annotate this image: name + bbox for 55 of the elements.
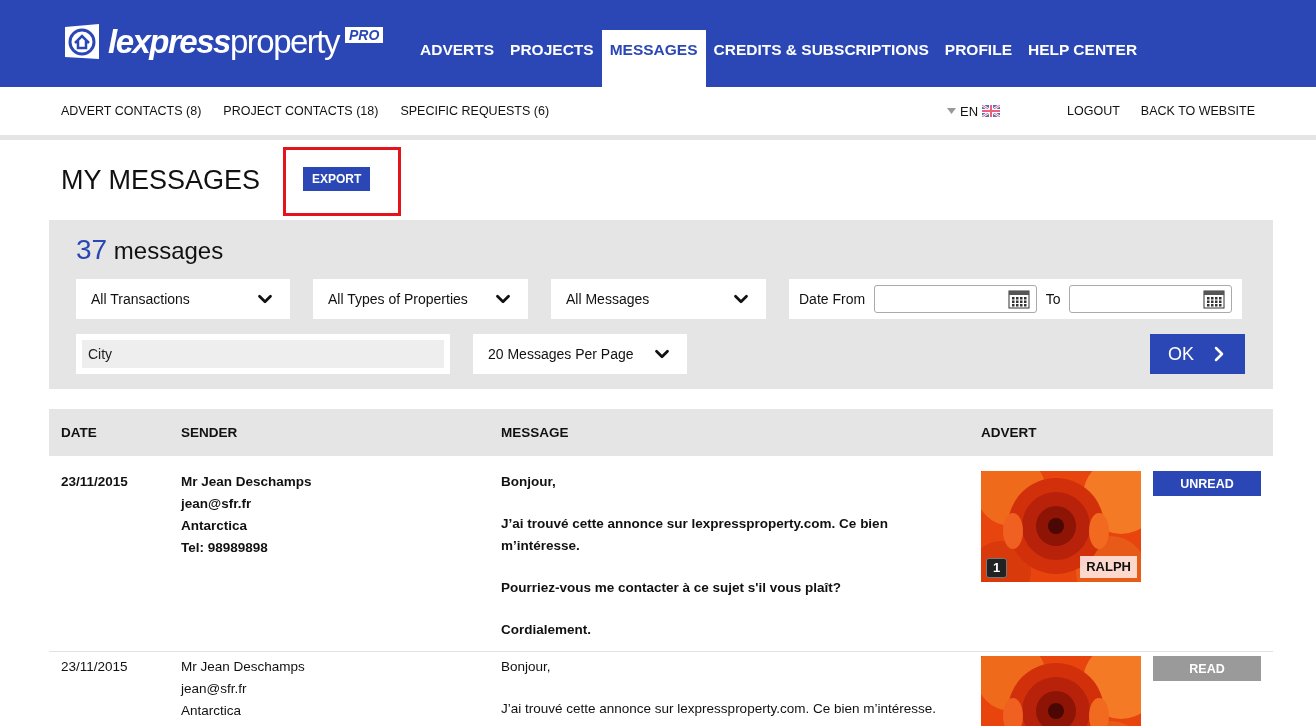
message-paragraph: Bonjour,	[501, 473, 557, 491]
message-count: 37 messages	[76, 234, 225, 266]
column-header: MESSAGE	[501, 425, 570, 440]
ok-button[interactable]: OK	[1150, 334, 1245, 374]
date-from-field[interactable]	[874, 285, 1037, 313]
date-cell-text: 23/11/2015	[61, 658, 129, 676]
nav-tab[interactable]: ADVERTS	[412, 30, 503, 87]
calendar-icon[interactable]	[1203, 289, 1225, 309]
city-field[interactable]: City	[76, 334, 450, 374]
date-to-field[interactable]	[1069, 285, 1232, 313]
nav-tab[interactable]: PROFILE	[936, 30, 1020, 87]
calendar-icon[interactable]	[1007, 289, 1030, 309]
sender-line: jean@sfr.fr	[181, 680, 248, 698]
language-selector[interactable]: EN	[960, 103, 979, 119]
status-label: READ	[1153, 656, 1261, 681]
subnav-link[interactable]: SPECIFIC REQUESTS (6)	[400, 104, 550, 118]
message-paragraph: Bonjour,	[501, 658, 552, 676]
agent-label: RALPH	[1080, 556, 1137, 578]
nav-tab[interactable]: HELP CENTER	[1020, 30, 1146, 87]
filter-select[interactable]: All Messages	[551, 279, 766, 319]
sender-line: Mr Jean Deschamps	[181, 658, 306, 676]
account-link[interactable]: BACK TO WEBSITE	[1140, 104, 1255, 118]
sender-line: Antarctica	[181, 702, 243, 720]
dropdown-caret-icon[interactable]	[947, 108, 956, 114]
subnav-link[interactable]: ADVERT CONTACTS (8)	[61, 104, 202, 118]
column-header: SENDER	[181, 425, 239, 440]
export-button[interactable]: EXPORT	[303, 166, 371, 191]
nav-tab[interactable]: CREDITS & SUBSCRIPTIONS	[705, 30, 937, 87]
sender-line: Mr Jean Deschamps	[181, 473, 313, 491]
sender-line: jean@sfr.fr	[181, 495, 253, 513]
logo-text[interactable]: lexpressproperty	[108, 22, 339, 61]
column-header: ADVERT	[981, 425, 1038, 440]
sender-line: Tel: 98989898	[181, 539, 269, 557]
nav-tab[interactable]: PROJECTS	[502, 30, 602, 87]
pro-badge: PRO	[345, 26, 384, 43]
house-logo-icon[interactable]	[62, 22, 102, 61]
message-paragraph: J’ai trouvé cette annonce sur lexpressproperty.com. Ce bien m’intéresse.	[501, 700, 937, 718]
per-page-select[interactable]: 20 Messages Per Page	[473, 334, 687, 374]
message-paragraph: Cordialement.	[501, 621, 593, 639]
status-label: UNREAD	[1153, 471, 1261, 496]
page-title: MY MESSAGES	[61, 164, 262, 196]
photo-count-badge: 1	[986, 558, 1008, 578]
message-paragraph: Pourriez-vous me contacter à ce sujet s'il vous plaît?	[501, 579, 843, 597]
date-to-label: To	[1045, 291, 1061, 307]
filter-select[interactable]: All Types of Properties	[313, 279, 528, 319]
date-from-label: Date From	[799, 291, 866, 307]
subnav-link[interactable]: PROJECT CONTACTS (18)	[223, 104, 379, 118]
nav-tab[interactable]: MESSAGES	[601, 30, 706, 87]
date-cell-text: 23/11/2015	[61, 473, 129, 491]
column-header: DATE	[61, 425, 98, 440]
account-link[interactable]: LOGOUT	[1067, 104, 1120, 118]
message-paragraph: J’ai trouvé cette annonce sur lexpressproperty.com. Ce bien m’intéresse.	[501, 515, 889, 555]
flag-icon	[982, 105, 1001, 117]
filter-select[interactable]: All Transactions	[76, 279, 290, 319]
sender-line: Antarctica	[181, 517, 249, 535]
